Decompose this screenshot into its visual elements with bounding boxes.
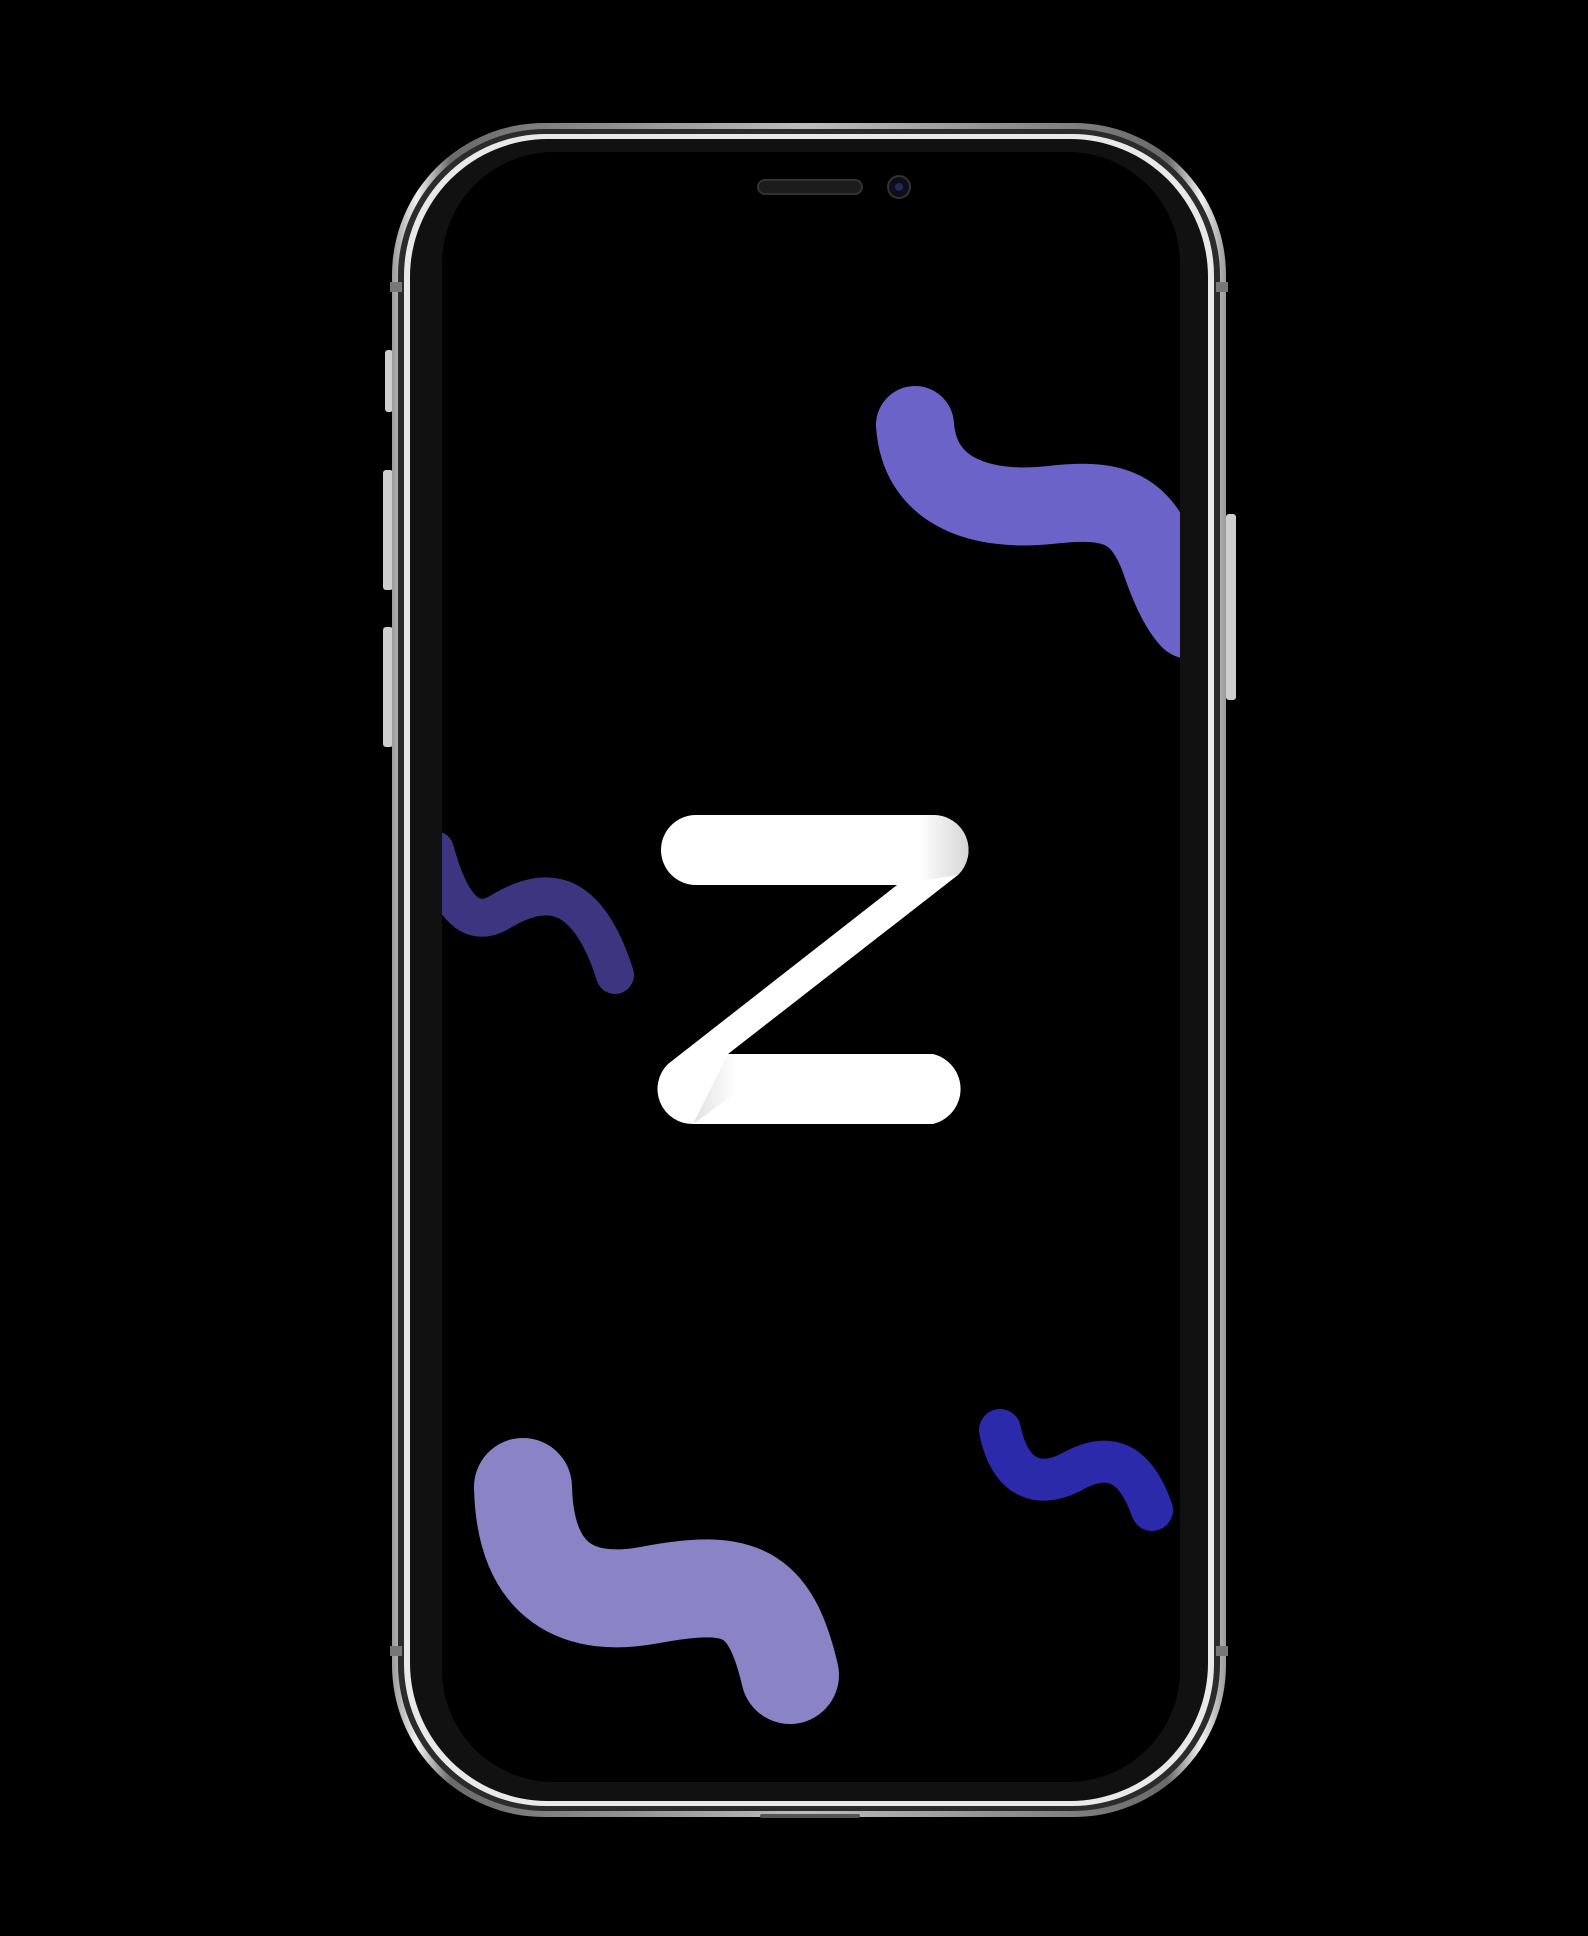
phone-mockup: [383, 123, 1236, 1818]
volume-up-button: [383, 470, 393, 590]
power-button: [1226, 514, 1236, 700]
earpiece-speaker-icon: [757, 179, 863, 195]
volume-down-button: [383, 627, 393, 747]
mute-switch: [385, 350, 393, 412]
mockup-stage: [0, 0, 1588, 1936]
